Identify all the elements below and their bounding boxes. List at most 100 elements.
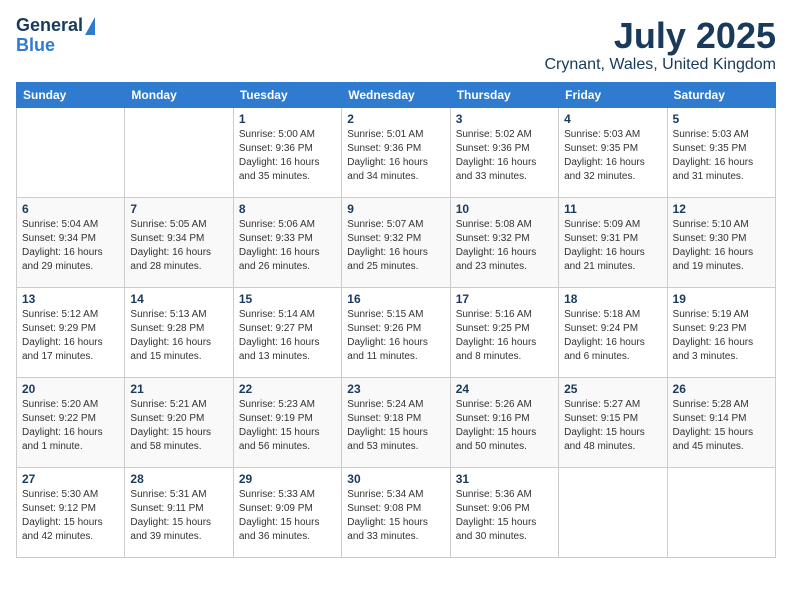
day-info: Sunrise: 5:31 AM Sunset: 9:11 PM Dayligh… [130,488,227,544]
day-info: Sunrise: 5:23 AM Sunset: 9:19 PM Dayligh… [239,398,336,454]
day-info: Sunrise: 5:19 AM Sunset: 9:23 PM Dayligh… [673,308,770,364]
logo-triangle-icon [85,17,95,35]
day-number: 19 [673,292,770,306]
header-friday: Friday [559,82,667,107]
table-row: 19 Sunrise: 5:19 AM Sunset: 9:23 PM Dayli… [667,287,775,377]
day-number: 11 [564,202,661,216]
table-row: 1Sunrise: 5:00 AM Sunset: 9:36 PM Daylig… [233,107,341,197]
table-row: 8Sunrise: 5:06 AM Sunset: 9:33 PM Daylig… [233,197,341,287]
day-info: Sunrise: 5:03 AM Sunset: 9:35 PM Dayligh… [564,128,661,184]
header-sunday: Sunday [17,82,125,107]
day-number: 14 [130,292,227,306]
day-info: Sunrise: 5:02 AM Sunset: 9:36 PM Dayligh… [456,128,553,184]
table-row: 28 Sunrise: 5:31 AM Sunset: 9:11 PM Dayli… [125,467,233,557]
table-row: 3 Sunrise: 5:02 AM Sunset: 9:36 PM Daylig… [450,107,558,197]
day-number: 27 [22,472,119,486]
calendar-header-row: Sunday Monday Tuesday Wednesday Thursday… [17,82,776,107]
day-number: 8 [239,202,336,216]
day-info: Sunrise: 5:07 AM Sunset: 9:32 PM Dayligh… [347,218,444,274]
day-number: 2 [347,112,444,126]
table-row: 11 Sunrise: 5:09 AM Sunset: 9:31 PM Dayli… [559,197,667,287]
day-info: Sunrise: 5:14 AM Sunset: 9:27 PM Dayligh… [239,308,336,364]
table-row: 25 Sunrise: 5:27 AM Sunset: 9:15 PM Dayli… [559,377,667,467]
day-number: 13 [22,292,119,306]
table-row: 30Sunrise: 5:34 AM Sunset: 9:08 PM Dayli… [342,467,450,557]
day-number: 31 [456,472,553,486]
table-row: 12Sunrise: 5:10 AM Sunset: 9:30 PM Dayli… [667,197,775,287]
day-number: 5 [673,112,770,126]
table-row: 31 Sunrise: 5:36 AM Sunset: 9:06 PM Dayli… [450,467,558,557]
day-number: 15 [239,292,336,306]
day-info: Sunrise: 5:24 AM Sunset: 9:18 PM Dayligh… [347,398,444,454]
day-info: Sunrise: 5:28 AM Sunset: 9:14 PM Dayligh… [673,398,770,454]
day-info: Sunrise: 5:27 AM Sunset: 9:15 PM Dayligh… [564,398,661,454]
table-row [667,467,775,557]
logo-blue-text: Blue [16,36,55,56]
header-saturday: Saturday [667,82,775,107]
calendar-table: Sunday Monday Tuesday Wednesday Thursday… [16,82,776,558]
day-info: Sunrise: 5:12 AM Sunset: 9:29 PM Dayligh… [22,308,119,364]
day-number: 23 [347,382,444,396]
table-row: 7 Sunrise: 5:05 AM Sunset: 9:34 PM Daylig… [125,197,233,287]
table-row: 14Sunrise: 5:13 AM Sunset: 9:28 PM Dayli… [125,287,233,377]
day-number: 21 [130,382,227,396]
table-row: 24 Sunrise: 5:26 AM Sunset: 9:16 PM Dayli… [450,377,558,467]
logo-general: General [16,16,83,36]
table-row: 29 Sunrise: 5:33 AM Sunset: 9:09 PM Dayli… [233,467,341,557]
day-info: Sunrise: 5:18 AM Sunset: 9:24 PM Dayligh… [564,308,661,364]
calendar-week-row: 13 Sunrise: 5:12 AM Sunset: 9:29 PM Dayli… [17,287,776,377]
month-title: July 2025 [544,16,776,56]
table-row: 16Sunrise: 5:15 AM Sunset: 9:26 PM Dayli… [342,287,450,377]
day-number: 3 [456,112,553,126]
day-info: Sunrise: 5:01 AM Sunset: 9:36 PM Dayligh… [347,128,444,184]
table-row: 21 Sunrise: 5:21 AM Sunset: 9:20 PM Dayli… [125,377,233,467]
day-info: Sunrise: 5:16 AM Sunset: 9:25 PM Dayligh… [456,308,553,364]
table-row: 27 Sunrise: 5:30 AM Sunset: 9:12 PM Dayli… [17,467,125,557]
day-number: 29 [239,472,336,486]
day-number: 17 [456,292,553,306]
logo: General Blue [16,16,95,56]
table-row: 20Sunrise: 5:20 AM Sunset: 9:22 PM Dayli… [17,377,125,467]
day-info: Sunrise: 5:26 AM Sunset: 9:16 PM Dayligh… [456,398,553,454]
calendar-week-row: 20Sunrise: 5:20 AM Sunset: 9:22 PM Dayli… [17,377,776,467]
table-row: 17 Sunrise: 5:16 AM Sunset: 9:25 PM Dayli… [450,287,558,377]
calendar-week-row: 6Sunrise: 5:04 AM Sunset: 9:34 PM Daylig… [17,197,776,287]
table-row: 10 Sunrise: 5:08 AM Sunset: 9:32 PM Dayli… [450,197,558,287]
table-row [17,107,125,197]
day-info: Sunrise: 5:21 AM Sunset: 9:20 PM Dayligh… [130,398,227,454]
day-number: 6 [22,202,119,216]
day-info: Sunrise: 5:05 AM Sunset: 9:34 PM Dayligh… [130,218,227,274]
day-number: 12 [673,202,770,216]
day-number: 30 [347,472,444,486]
day-number: 28 [130,472,227,486]
table-row: 23 Sunrise: 5:24 AM Sunset: 9:18 PM Dayli… [342,377,450,467]
day-number: 10 [456,202,553,216]
table-row: 18 Sunrise: 5:18 AM Sunset: 9:24 PM Dayli… [559,287,667,377]
day-info: Sunrise: 5:15 AM Sunset: 9:26 PM Dayligh… [347,308,444,364]
header-tuesday: Tuesday [233,82,341,107]
day-info: Sunrise: 5:08 AM Sunset: 9:32 PM Dayligh… [456,218,553,274]
table-row: 5Sunrise: 5:03 AM Sunset: 9:35 PM Daylig… [667,107,775,197]
day-info: Sunrise: 5:30 AM Sunset: 9:12 PM Dayligh… [22,488,119,544]
day-number: 7 [130,202,227,216]
table-row [559,467,667,557]
table-row: 26 Sunrise: 5:28 AM Sunset: 9:14 PM Dayli… [667,377,775,467]
header-wednesday: Wednesday [342,82,450,107]
day-info: Sunrise: 5:36 AM Sunset: 9:06 PM Dayligh… [456,488,553,544]
day-number: 25 [564,382,661,396]
day-info: Sunrise: 5:33 AM Sunset: 9:09 PM Dayligh… [239,488,336,544]
day-number: 18 [564,292,661,306]
day-number: 20 [22,382,119,396]
day-number: 22 [239,382,336,396]
table-row: 15 Sunrise: 5:14 AM Sunset: 9:27 PM Dayli… [233,287,341,377]
day-number: 26 [673,382,770,396]
table-row: 2 Sunrise: 5:01 AM Sunset: 9:36 PM Daylig… [342,107,450,197]
table-row: 4 Sunrise: 5:03 AM Sunset: 9:35 PM Daylig… [559,107,667,197]
table-row: 22 Sunrise: 5:23 AM Sunset: 9:19 PM Dayli… [233,377,341,467]
day-info: Sunrise: 5:09 AM Sunset: 9:31 PM Dayligh… [564,218,661,274]
day-number: 4 [564,112,661,126]
day-number: 24 [456,382,553,396]
calendar-week-row: 1Sunrise: 5:00 AM Sunset: 9:36 PM Daylig… [17,107,776,197]
header-thursday: Thursday [450,82,558,107]
day-info: Sunrise: 5:00 AM Sunset: 9:36 PM Dayligh… [239,128,336,184]
